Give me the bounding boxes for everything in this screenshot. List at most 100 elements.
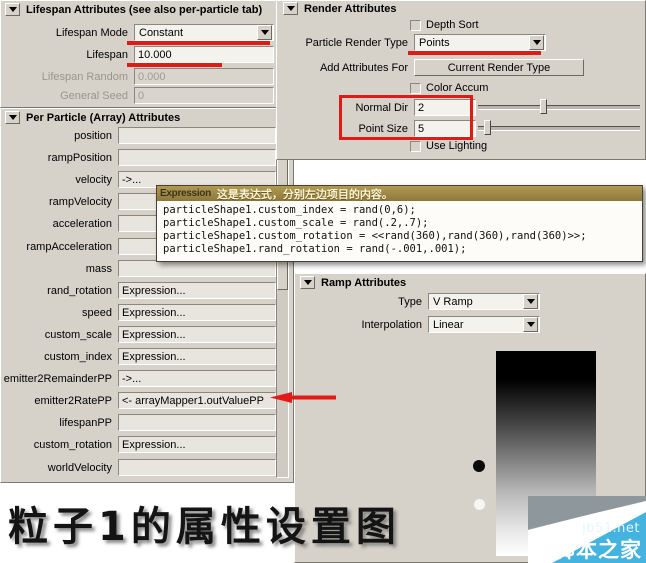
checkbox-box[interactable] (410, 82, 421, 94)
use-lighting-checkbox[interactable]: Use Lighting (410, 140, 487, 152)
row-custom_rotation: custom_rotation Expression... (0, 436, 276, 453)
input-position[interactable] (118, 127, 276, 144)
lifespan-value: 10.000 (138, 48, 172, 61)
row-ramp-type: Type V Ramp (300, 293, 640, 310)
value-emitter2ratepp: <- arrayMapper1.outValuePP (122, 394, 264, 407)
color-accum-checkbox[interactable]: Color Accum (410, 82, 488, 94)
screenshot-root: Lifespan Attributes (see also per-partic… (0, 0, 646, 563)
label-rampposition: rampPosition (47, 151, 112, 164)
expression-line: particleShape1.custom_index = rand(0,6); (163, 204, 416, 216)
row-mass: mass (0, 260, 276, 277)
arrow-left-icon (270, 392, 336, 403)
value-emitter2remainderpp: ->... (122, 372, 142, 385)
watermark: jb51.net 脚本之家 (528, 496, 646, 563)
lifespan-mode-dropdown[interactable]: Constant (134, 24, 274, 41)
label-acceleration: acceleration (52, 217, 112, 230)
value-custom_scale: Expression... (122, 328, 186, 341)
chevron-down-icon[interactable] (523, 294, 538, 309)
page-caption: 粒子1的属性设置图 (8, 504, 401, 550)
expression-line: particleShape1.rand_rotation = rand(-.00… (163, 243, 467, 255)
input-worldvelocity[interactable] (118, 459, 276, 476)
per-particle-attributes-header[interactable]: Per Particle (Array) Attributes (5, 111, 180, 124)
input-mass[interactable] (118, 260, 276, 277)
annotation-underline-render-type (408, 51, 541, 55)
input-rand_rotation[interactable]: Expression... (118, 282, 276, 299)
expression-window: Expression 这是表达式，分别左边项目的内容。 particleShap… (156, 185, 643, 262)
ramp-attributes-title: Ramp Attributes (321, 276, 407, 289)
depth-sort-checkbox[interactable]: Depth Sort (410, 19, 479, 31)
depth-sort-label: Depth Sort (426, 19, 479, 31)
lifespan-random-value: 0.000 (138, 70, 166, 83)
label-custom_index: custom_index (44, 350, 112, 363)
current-render-type-label: Current Render Type (447, 61, 551, 74)
chevron-down-icon[interactable] (5, 111, 20, 124)
label-mass: mass (85, 262, 112, 275)
lifespan-attributes-header[interactable]: Lifespan Attributes (see also per-partic… (5, 3, 262, 16)
render-attributes-header[interactable]: Render Attributes (283, 2, 397, 15)
checkbox-box[interactable] (410, 19, 421, 31)
watermark-name: 脚本之家 (554, 538, 642, 562)
input-custom_index[interactable]: Expression... (118, 348, 276, 365)
label-lifespan: Lifespan (86, 48, 128, 61)
value-custom_rotation: Expression... (122, 438, 186, 451)
expression-window-note: 这是表达式，分别左边项目的内容。 (216, 187, 393, 201)
input-emitter2ratepp[interactable]: <- arrayMapper1.outValuePP (118, 392, 276, 409)
annotation-arrow-emitter2ratepp (268, 386, 336, 408)
chevron-down-icon[interactable] (529, 35, 544, 50)
checkbox-box[interactable] (410, 140, 421, 152)
expression-line: particleShape1.custom_rotation = <<rand(… (163, 230, 587, 242)
value-velocity: ->... (122, 173, 142, 186)
current-render-type-button[interactable]: Current Render Type (414, 59, 584, 76)
particle-render-type-value: Points (419, 36, 450, 49)
label-rampacceleration: rampAcceleration (26, 240, 112, 253)
label-worldvelocity: worldVelocity (47, 461, 112, 474)
lifespan-random-input[interactable]: 0.000 (134, 68, 274, 85)
chevron-down-icon[interactable] (5, 3, 20, 16)
row-lifespan: Lifespan 10.000 (0, 46, 284, 63)
ramp-color-marker-black[interactable] (473, 460, 485, 472)
row-lifespan-random: Lifespan Random 0.000 (0, 68, 284, 85)
label-lifespan-random: Lifespan Random (41, 70, 128, 83)
general-seed-value: 0 (138, 89, 145, 102)
ramp-interpolation-dropdown[interactable]: Linear (428, 316, 540, 333)
lifespan-input[interactable]: 10.000 (134, 46, 274, 63)
row-speed: speed Expression... (0, 304, 276, 321)
row-position: position (0, 127, 276, 144)
particle-render-type-dropdown[interactable]: Points (414, 34, 546, 51)
point-size-slider[interactable] (478, 120, 640, 135)
row-add-attributes-for: Add Attributes For Current Render Type (280, 59, 646, 76)
expression-window-title: Expression (160, 188, 211, 199)
ramp-color-marker-white[interactable] (474, 499, 485, 510)
input-custom_rotation[interactable]: Expression... (118, 436, 276, 453)
normal-dir-slider[interactable] (478, 99, 640, 114)
chevron-down-icon[interactable] (283, 2, 298, 15)
label-general-seed: General Seed (60, 89, 128, 102)
chevron-down-icon[interactable] (523, 317, 538, 332)
row-ramp-interpolation: Interpolation Linear (300, 316, 640, 333)
ramp-attributes-header[interactable]: Ramp Attributes (300, 276, 406, 289)
label-position: position (74, 129, 112, 142)
slider-handle[interactable] (540, 99, 547, 114)
label-add-attributes-for: Add Attributes For (319, 61, 408, 74)
chevron-down-icon[interactable] (300, 276, 315, 289)
label-rampvelocity: rampVelocity (49, 195, 112, 208)
expression-code-body[interactable]: particleShape1.custom_index = rand(0,6);… (157, 201, 642, 258)
input-rampposition[interactable] (118, 149, 276, 166)
label-velocity: velocity (75, 173, 112, 186)
label-particle-render-type: Particle Render Type (305, 36, 408, 49)
input-custom_scale[interactable]: Expression... (118, 326, 276, 343)
general-seed-input[interactable]: 0 (134, 87, 274, 104)
label-custom_rotation: custom_rotation (33, 438, 112, 451)
ramp-type-dropdown[interactable]: V Ramp (428, 293, 540, 310)
per-particle-scrollbar[interactable] (276, 128, 289, 478)
slider-handle[interactable] (484, 120, 491, 135)
use-lighting-label: Use Lighting (426, 140, 488, 152)
label-emitter2ratepp: emitter2RatePP (34, 394, 112, 407)
row-worldvelocity: worldVelocity (0, 459, 276, 476)
annotation-box-normal-dir-point-size (339, 95, 473, 140)
chevron-down-icon[interactable] (257, 25, 272, 40)
input-speed[interactable]: Expression... (118, 304, 276, 321)
input-emitter2remainderpp[interactable]: ->... (118, 370, 276, 387)
label-rand_rotation: rand_rotation (47, 284, 112, 297)
input-lifespanpp[interactable] (118, 414, 276, 431)
